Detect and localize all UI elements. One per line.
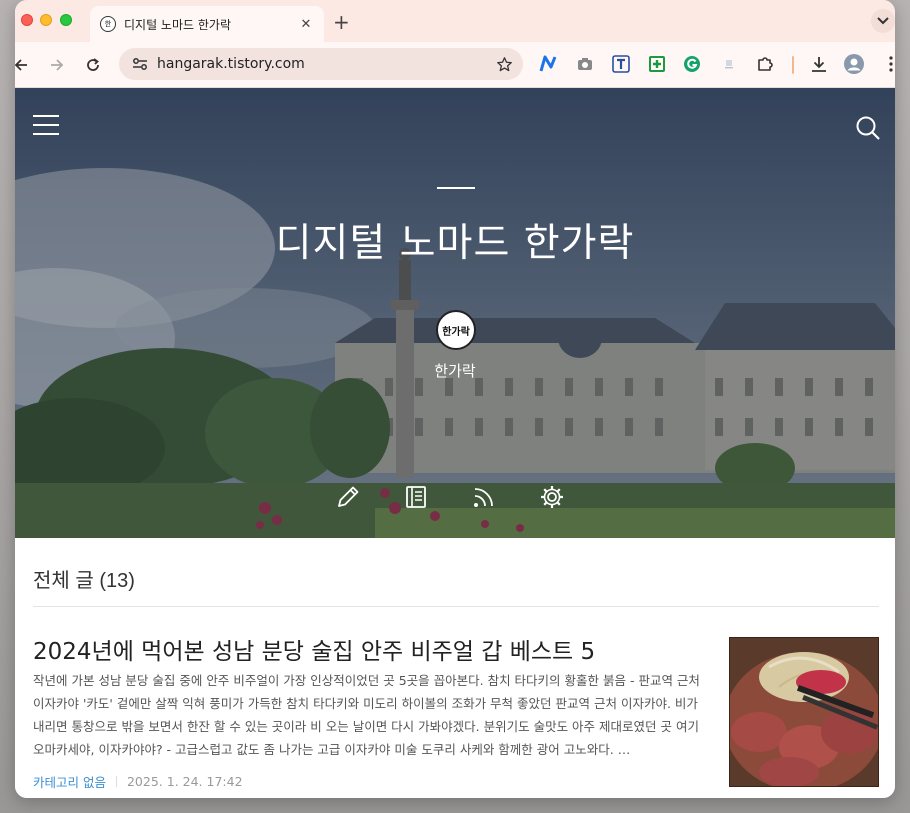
pencil-icon[interactable] (335, 484, 363, 512)
avatar[interactable]: 한가락 (436, 310, 476, 350)
url-text[interactable]: hangarak.tistory.com (157, 56, 491, 72)
tab-title: 디지털 노마드 한가락 (124, 17, 231, 32)
star-icon[interactable] (491, 51, 517, 77)
camera-icon[interactable] (575, 54, 595, 74)
toolbar-separator (792, 56, 794, 74)
blog-header-hero: 디지털 노마드 한가락 한가락 한가락 (15, 88, 895, 538)
n-ext-icon[interactable] (538, 54, 558, 74)
post-thumbnail[interactable] (729, 637, 879, 787)
tune-icon[interactable] (129, 53, 151, 75)
minimize-window-button[interactable] (40, 14, 52, 26)
post-meta: 카테고리 없음 2025. 1. 24. 17:42 (33, 772, 243, 791)
browser-tab[interactable]: 한 디지털 노마드 한가락 ✕ (90, 6, 324, 42)
new-tab-button[interactable]: + (333, 10, 350, 34)
address-bar[interactable]: hangarak.tistory.com (119, 48, 523, 80)
post-list-section: 전체 글 (13) 2024년에 먹어본 성남 분당 술집 안주 비주얼 갑 베… (15, 538, 895, 798)
blog-admin-actions (335, 484, 575, 512)
gear-icon[interactable] (539, 484, 567, 512)
post-category-link[interactable]: 카테고리 없음 (33, 772, 106, 791)
tab-search-button[interactable] (871, 9, 895, 33)
arrow-right-icon (51, 59, 64, 71)
grammarly-icon[interactable] (682, 54, 702, 74)
section-title: 전체 글 (13) (33, 570, 135, 592)
plus-square-icon[interactable] (647, 54, 667, 74)
tab-favicon-icon: 한 (100, 16, 116, 32)
small-ext-icon[interactable] (719, 54, 739, 74)
close-window-button[interactable] (21, 14, 33, 26)
blog-title[interactable]: 디지털 노마드 한가락 (15, 212, 895, 268)
rss-icon[interactable] (471, 484, 499, 512)
arrow-left-icon (15, 59, 27, 71)
profile-icon[interactable] (844, 54, 864, 74)
tab-close-icon[interactable]: ✕ (298, 17, 314, 32)
maximize-window-button[interactable] (60, 14, 72, 26)
title-decoration-line (437, 187, 475, 189)
search-icon[interactable] (855, 115, 881, 141)
reload-icon (87, 58, 99, 71)
hamburger-menu-icon[interactable] (33, 115, 59, 137)
kebab-menu-icon[interactable] (881, 54, 895, 74)
post-date: 2025. 1. 24. 17:42 (126, 774, 243, 789)
post-excerpt[interactable]: 작년에 가본 성남 분당 술집 중에 안주 비주얼이 가장 인상적이었던 곳 5… (33, 669, 701, 761)
download-icon[interactable] (809, 54, 829, 74)
puzzle-icon[interactable] (755, 54, 775, 74)
food-photo-image (729, 637, 879, 787)
back-button[interactable] (15, 54, 32, 76)
text-t-icon[interactable] (611, 54, 631, 74)
chevron-down-icon (877, 17, 889, 25)
blogger-name[interactable]: 한가락 (15, 360, 895, 381)
section-divider (33, 606, 879, 607)
post-title[interactable]: 2024년에 먹어본 성남 분당 술집 안주 비주얼 갑 베스트 5 (33, 632, 595, 666)
meta-separator (115, 776, 117, 787)
browser-window: 한 디지털 노마드 한가락 ✕ + hangarak.tistory.com 디… (15, 0, 895, 798)
browser-toolbar: hangarak.tistory.com (15, 42, 895, 88)
book-icon[interactable] (403, 484, 431, 512)
tab-strip: 한 디지털 노마드 한가락 ✕ + (15, 0, 895, 42)
reload-button[interactable] (82, 54, 104, 76)
forward-button[interactable] (46, 54, 68, 76)
